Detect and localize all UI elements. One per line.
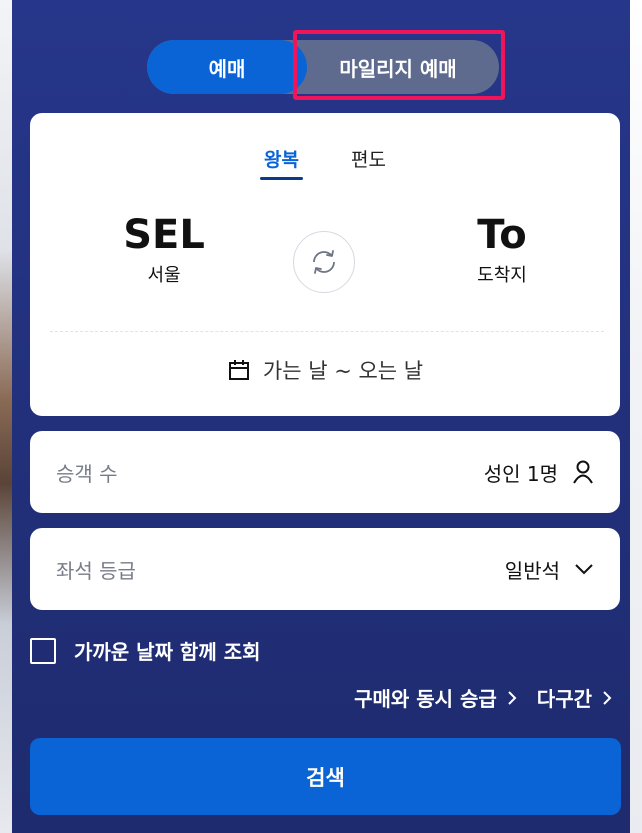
extra-links: 구매와 동시 승급 다구간 (354, 683, 612, 712)
swap-route-button[interactable] (293, 231, 355, 293)
search-button-label: 검색 (306, 765, 345, 790)
nearby-dates-checkbox[interactable] (30, 637, 56, 664)
departure-city: 서울 (147, 265, 181, 286)
highlight-box (293, 30, 505, 100)
tab-one-way[interactable]: 편도 (351, 145, 386, 180)
person-icon (573, 460, 593, 484)
cabin-class-value-group: 일반석 (505, 555, 594, 584)
upgrade-link[interactable]: 구매와 동시 승급 (354, 683, 517, 712)
multi-city-link-label: 다구간 (536, 687, 592, 711)
cabin-class-selector[interactable]: 좌석 등급 일반석 (30, 528, 620, 610)
background-photo-right (630, 0, 642, 833)
arrival-code: To (477, 212, 527, 258)
date-range-label: 가는 날 ~ 오는 날 (262, 359, 424, 383)
arrival-city: 도착지 (477, 265, 527, 286)
nearby-dates-option: 가까운 날짜 함께 조회 (30, 636, 261, 665)
regular-booking-label: 예매 (208, 56, 246, 81)
passenger-value-group: 성인 1명 (484, 458, 594, 487)
cabin-class-label: 좌석 등급 (56, 558, 136, 583)
multi-city-link[interactable]: 다구간 (537, 683, 612, 712)
departure-code: SEL (123, 212, 205, 258)
passenger-selector[interactable]: 승객 수 성인 1명 (30, 431, 620, 513)
tab-round-trip[interactable]: 왕복 (260, 145, 303, 180)
chevron-down-icon (575, 564, 593, 575)
route-card: 왕복 편도 SEL 서울 To 도착지 가는 날 ~ 오는 날 (30, 113, 620, 416)
background-photo-left (0, 0, 12, 833)
chevron-right-icon (508, 690, 517, 705)
calendar-icon (228, 360, 249, 380)
date-selector[interactable]: 가는 날 ~ 오는 날 (30, 355, 620, 385)
divider (50, 331, 604, 332)
nearby-dates-label[interactable]: 가까운 날짜 함께 조회 (74, 636, 261, 665)
passenger-value: 성인 1명 (483, 461, 558, 486)
chevron-right-icon (603, 690, 612, 705)
trip-type-tabs: 왕복 편도 (30, 145, 620, 180)
swap-icon (313, 250, 335, 274)
regular-booking-tab[interactable]: 예매 (147, 40, 307, 94)
search-button[interactable]: 검색 (30, 738, 621, 815)
passenger-label: 승객 수 (56, 461, 118, 486)
cabin-class-value: 일반석 (504, 558, 560, 583)
departure-airport[interactable]: SEL 서울 (64, 213, 264, 287)
arrival-airport[interactable]: To 도착지 (402, 213, 602, 287)
upgrade-link-label: 구매와 동시 승급 (354, 687, 497, 711)
